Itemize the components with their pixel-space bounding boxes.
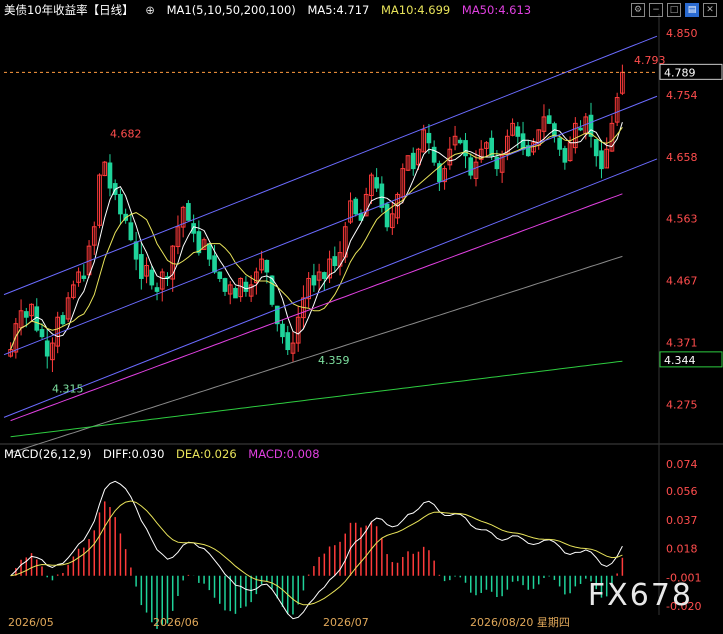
price-tick-label: 4.275 xyxy=(666,398,698,411)
price-tick-label: 4.850 xyxy=(666,27,698,40)
x-axis-label: 2026/07 xyxy=(323,616,369,629)
candle-body xyxy=(222,278,228,292)
candle-body xyxy=(154,287,160,292)
candle-body xyxy=(264,259,270,273)
minus-icon[interactable]: − xyxy=(649,3,663,17)
candle-body xyxy=(139,254,144,279)
candle-body xyxy=(118,194,123,215)
low-annotation: 4.315 xyxy=(52,383,84,396)
chart-svg: 4.850 4.754 4.658 4.563 4.467 4.371 4.275 0.074… xyxy=(0,14,723,629)
candle-body xyxy=(463,140,468,157)
candle-body xyxy=(410,152,416,170)
high-annotation: 4.793 xyxy=(634,54,666,67)
candle-body xyxy=(468,157,474,176)
gear-icon[interactable]: ⚙ xyxy=(631,3,645,17)
ma5-value: MA5:4.717 xyxy=(307,3,370,17)
macd-value: MACD:0.008 xyxy=(248,447,320,461)
macd-label: MACD(26,12,9) xyxy=(4,447,92,461)
candle-body xyxy=(149,269,155,286)
macd-tick-label: 0.074 xyxy=(666,458,698,471)
high-annotation: 4.682 xyxy=(110,127,142,140)
watermark-logo: FX678 xyxy=(587,578,693,613)
channel-line xyxy=(3,35,658,296)
macd-tick-label: 0.018 xyxy=(666,543,698,556)
price-tick-label: 4.563 xyxy=(666,212,698,225)
dea-line xyxy=(10,500,623,606)
ma-label: MA1(5,10,50,200,100) xyxy=(166,3,296,17)
candle-body xyxy=(593,139,599,157)
macd-tick-label: 0.056 xyxy=(666,485,698,498)
candle-body xyxy=(133,241,139,260)
ma200-price-label: 4.344 xyxy=(664,354,696,367)
price-tick-label: 4.371 xyxy=(666,336,698,349)
candle-body xyxy=(196,231,202,254)
channel-line xyxy=(3,95,658,356)
candle-body xyxy=(578,127,583,131)
candle-body xyxy=(285,332,291,351)
candle-body xyxy=(128,222,134,241)
x-axis-label: 2026/06 xyxy=(153,616,199,629)
candle-body xyxy=(311,275,317,286)
window-toolbar: ⚙ − □ ▤ ✕ xyxy=(631,3,717,17)
candle-body xyxy=(457,139,463,144)
candle-body xyxy=(384,203,390,228)
price-tick-label: 4.754 xyxy=(666,89,698,102)
candle-body xyxy=(81,275,87,279)
low-annotation: 4.359 xyxy=(318,354,350,367)
ma10-value: MA10:4.699 xyxy=(381,3,451,17)
candle-body xyxy=(557,137,562,150)
candle-body xyxy=(546,115,552,124)
diff-line xyxy=(10,480,623,620)
ma200-line xyxy=(10,360,623,438)
candle-body xyxy=(489,137,494,157)
candle-body xyxy=(243,281,249,292)
close-icon[interactable]: ✕ xyxy=(703,3,717,17)
candle-body xyxy=(332,256,338,267)
candle-body xyxy=(60,315,66,325)
candle-body xyxy=(206,243,212,260)
current-price-label: 4.789 xyxy=(664,66,696,79)
window-icon[interactable]: □ xyxy=(667,3,681,17)
x-axis-label: 2026/05 xyxy=(8,616,54,629)
ma50-value: MA50:4.613 xyxy=(461,3,532,17)
candle-body xyxy=(217,271,223,279)
price-tick-label: 4.658 xyxy=(666,151,698,164)
candle-body xyxy=(431,146,437,163)
ma100-line xyxy=(10,255,623,454)
candle-body xyxy=(379,183,385,208)
candle-body xyxy=(23,311,29,318)
chart-icon[interactable]: ▤ xyxy=(685,3,699,17)
candle-body xyxy=(515,126,521,137)
candle-body xyxy=(44,340,50,357)
settings-icon[interactable]: ⊕ xyxy=(145,3,155,17)
macd-tick-label: 0.037 xyxy=(666,514,698,527)
channel-line xyxy=(3,158,658,418)
dea-value: DEA:0.026 xyxy=(176,447,237,461)
candle-body xyxy=(353,198,359,215)
candle-body xyxy=(426,132,432,144)
diff-value: DIFF:0.030 xyxy=(103,447,165,461)
candle-body xyxy=(39,329,45,338)
candle-body xyxy=(599,150,604,170)
candle-body xyxy=(322,272,327,279)
macd-panel-header: MACD(26,12,9) DIFF:0.030 DEA:0.026 MACD:… xyxy=(4,447,328,461)
price-panel-header: 美债10年收益率【日线】 ⊕ MA1(5,10,50,200,100) MA5:… xyxy=(4,3,539,17)
price-tick-label: 4.467 xyxy=(666,274,698,287)
chart-title: 美债10年收益率【日线】 xyxy=(4,3,134,17)
candle-body xyxy=(107,162,113,189)
candle-body xyxy=(374,177,379,189)
candle-body xyxy=(233,287,238,299)
candle-body xyxy=(212,255,217,273)
candle-body xyxy=(280,323,285,338)
candle-body xyxy=(562,148,568,163)
candle-body xyxy=(186,203,191,221)
chart-stage: 4.850 4.754 4.658 4.563 4.467 4.371 4.275 0.074… xyxy=(0,0,723,630)
x-axis-label: 2026/08/20 星期四 xyxy=(470,616,570,629)
